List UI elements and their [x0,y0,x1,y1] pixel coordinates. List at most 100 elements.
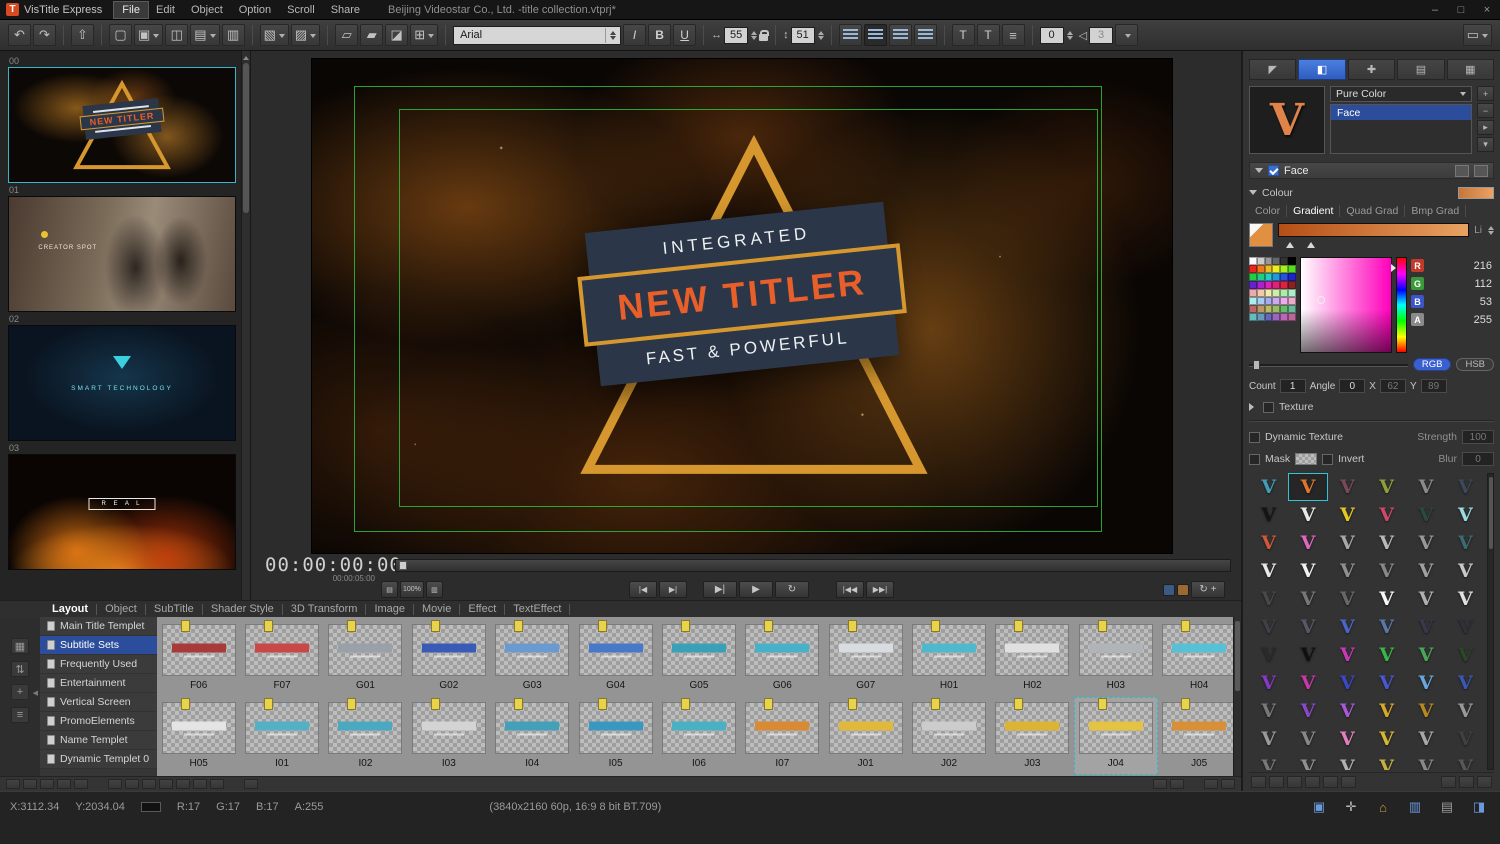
template-cell[interactable]: J04 [1074,697,1158,775]
palette-swatch[interactable] [1256,281,1265,289]
palette-swatch[interactable] [1264,305,1273,313]
palette-swatch[interactable] [1272,273,1281,281]
library-tab[interactable]: Shader Style [203,603,283,615]
template-cell[interactable]: F06 [157,619,240,697]
underline-button[interactable]: U [673,24,697,46]
category-item[interactable]: Main Title Templet [40,617,157,636]
collapse-arrow-icon[interactable]: ◀ [33,689,38,697]
palette-swatch[interactable] [1256,289,1265,297]
toolbar-button[interactable]: ⊞ [410,24,439,46]
template-cell[interactable]: I06 [657,697,740,775]
letter-style-swatch[interactable]: V [1367,529,1406,557]
letter-style-swatch[interactable]: V [1328,473,1367,501]
record-icon[interactable] [1177,583,1189,596]
palette-swatch[interactable] [1288,273,1296,281]
palette-swatch[interactable] [1288,313,1296,321]
audio-field[interactable]: 3 [1089,26,1114,44]
palette-swatch[interactable] [1272,289,1281,297]
status-tool-icon[interactable]: ✛ [1340,799,1362,815]
palette-swatch[interactable] [1272,313,1281,321]
layer-action-button[interactable]: ▾ [1477,137,1494,152]
style-tool-button[interactable] [1323,776,1338,788]
letter-style-swatch[interactable]: V [1328,697,1367,725]
template-cell[interactable]: I05 [574,697,657,775]
palette-swatch[interactable] [1272,281,1281,289]
letter-style-swatch[interactable]: V [1249,557,1288,585]
library-tab[interactable]: Object [97,603,146,615]
title-banner-object[interactable]: INTEGRATED NEW TITLER FAST & POWERFUL [577,201,907,387]
palette-swatch[interactable] [1264,313,1273,321]
library-tab[interactable]: 3D Transform [283,603,367,615]
letter-style-swatch[interactable]: V [1367,697,1406,725]
letter-style-swatch[interactable]: V [1446,753,1485,770]
letter-style-swatch[interactable]: V [1367,753,1406,770]
maximize-button[interactable]: □ [1448,1,1474,19]
template-cell[interactable]: J05 [1158,697,1241,775]
toolbar-button[interactable]: ↷ [33,24,56,46]
template-cell[interactable]: H04 [1158,619,1241,697]
thumbnail-scrollbar[interactable] [241,51,250,600]
category-item[interactable]: Subtitle Sets [40,636,157,655]
letter-style-swatch[interactable]: V [1446,501,1485,529]
texture-checkbox[interactable] [1263,401,1274,413]
category-item[interactable]: PromoElements [40,712,157,731]
template-cell[interactable]: G03 [491,619,574,697]
letter-style-swatch[interactable]: V [1288,529,1327,557]
toolbar-button[interactable]: ↶ [8,24,31,46]
template-cell[interactable]: H05 [157,697,240,775]
letter-style-swatch[interactable]: V [1328,529,1367,557]
letter-style-swatch[interactable]: V [1446,529,1485,557]
style-type-select[interactable]: Pure Color [1330,86,1472,102]
status-tool-icon[interactable]: ▣ [1308,799,1330,815]
minimize-button[interactable]: – [1422,1,1448,19]
thumbnail-gold-title[interactable]: NEW TITLER [8,67,236,183]
letter-style-swatch[interactable]: V [1406,529,1445,557]
menu-item[interactable]: Edit [148,2,183,18]
palette-swatch[interactable] [1249,305,1257,313]
font-family-select[interactable]: Arial [453,25,622,45]
italic-button[interactable]: I [623,24,647,46]
letter-style-swatch[interactable]: V [1367,501,1406,529]
letter-style-swatch[interactable]: V [1288,669,1327,697]
library-tab[interactable]: SubTitle [146,603,203,615]
toolbar-button[interactable]: ▣ [134,24,164,46]
style-tool-button[interactable] [1287,776,1302,788]
menu-item[interactable]: Option [231,2,279,18]
letter-style-swatch[interactable]: V [1288,557,1327,585]
thumbnail-creator-video[interactable]: CREATOR SPOT [8,196,236,312]
template-cell[interactable]: G07 [824,619,907,697]
scrollbar-thumb[interactable] [1489,477,1493,549]
palette-swatch[interactable] [1264,297,1273,305]
template-cell[interactable]: I07 [741,697,824,775]
palette-swatch[interactable] [1249,297,1257,305]
layer-item-face[interactable]: Face [1331,105,1471,120]
font-size-field[interactable]: 55 [724,26,749,44]
text-direction-button[interactable]: T [976,24,1000,46]
library-tool-icon[interactable]: ⇅ [11,661,29,677]
letter-style-swatch[interactable]: V [1249,725,1288,753]
palette-swatch[interactable] [1288,305,1296,313]
lock-icon[interactable] [759,29,770,41]
dynamic-texture-checkbox[interactable] [1249,431,1260,443]
letter-style-swatch[interactable]: V [1406,669,1445,697]
letter-style-swatch[interactable]: V [1328,669,1367,697]
blur-field[interactable]: 0 [1462,452,1494,466]
letter-style-swatch[interactable]: V [1406,557,1445,585]
channel-value[interactable]: 112 [1430,278,1494,290]
library-tab[interactable]: TextEffect [505,603,571,615]
gradient-style-chip[interactable] [1249,223,1273,247]
mini-tool-button[interactable] [6,779,20,789]
letter-style-swatch[interactable]: V [1328,753,1367,770]
colour-swatch[interactable] [1458,186,1494,199]
hsb-mode-button[interactable]: HSB [1456,358,1494,371]
gradient-mode-tab[interactable]: Gradient [1287,205,1341,217]
fit-view-button[interactable]: ▤ [381,581,398,598]
letter-style-swatch[interactable]: V [1328,585,1367,613]
property-tab[interactable]: ▦ [1446,59,1495,80]
channel-value[interactable]: 255 [1430,314,1494,326]
letter-style-swatch[interactable]: V [1406,473,1445,501]
mini-tool-button[interactable] [57,779,71,789]
mini-tool-button[interactable] [176,779,190,789]
send-to-screen-button[interactable]: ↻ + [1191,581,1225,598]
palette-swatch[interactable] [1280,289,1289,297]
